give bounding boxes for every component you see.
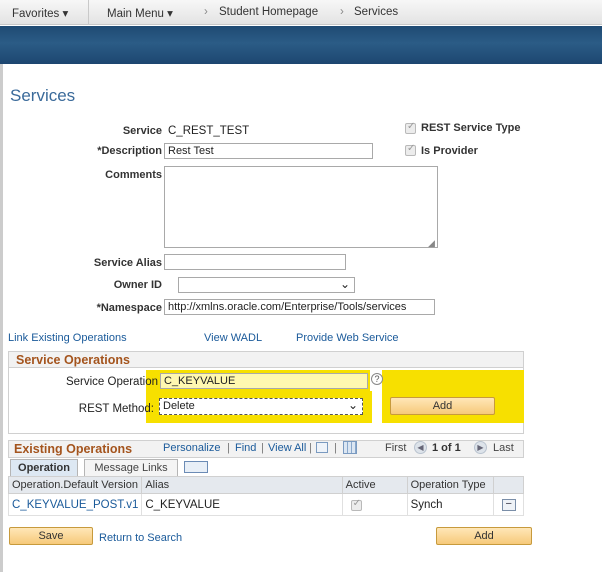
service-value: C_REST_TEST bbox=[168, 125, 250, 137]
column-header-actions bbox=[493, 476, 524, 494]
operation-link[interactable]: C_KEYVALUE_POST.v1 bbox=[7, 493, 143, 516]
active-cell bbox=[341, 493, 408, 516]
rest-service-type-label: REST Service Type bbox=[421, 122, 521, 134]
column-header-active: Active bbox=[341, 476, 408, 494]
owner-id-label: Owner ID bbox=[113, 279, 162, 291]
favorites-menu[interactable]: Favorites ▾ bbox=[12, 6, 68, 20]
show-all-columns-icon[interactable] bbox=[184, 461, 208, 473]
previous-icon[interactable]: ◀ bbox=[414, 441, 427, 454]
service-operation-label: Service Operation bbox=[65, 376, 158, 388]
breadcrumb-services[interactable]: Services bbox=[354, 6, 398, 18]
comments-label: Comments bbox=[105, 169, 162, 181]
service-operation-field[interactable] bbox=[160, 373, 368, 389]
nav-divider bbox=[88, 0, 89, 25]
add-button[interactable]: Add bbox=[436, 527, 532, 545]
personalize-link[interactable]: Personalize bbox=[163, 442, 220, 454]
breadcrumb-separator-icon: › bbox=[340, 6, 344, 18]
tab-operation[interactable]: Operation bbox=[10, 459, 78, 476]
rest-method-label: REST Method: bbox=[78, 403, 154, 415]
find-link[interactable]: Find bbox=[235, 442, 256, 454]
header-banner bbox=[0, 26, 602, 64]
is-provider-checkbox[interactable] bbox=[405, 143, 416, 156]
toolbar-divider: | bbox=[261, 442, 264, 454]
tab-message-links[interactable]: Message Links bbox=[84, 459, 178, 476]
provide-web-service-link[interactable]: Provide Web Service bbox=[296, 332, 399, 344]
chevron-down-icon: ⌄ bbox=[339, 277, 350, 291]
is-provider-label: Is Provider bbox=[421, 145, 478, 157]
save-button[interactable]: Save bbox=[9, 527, 93, 545]
left-frame-edge bbox=[0, 64, 3, 572]
existing-operations-title: Existing Operations bbox=[14, 442, 133, 456]
toolbar-divider: | bbox=[227, 442, 230, 454]
top-navigation-bar: Favorites ▾ Main Menu ▾ › Student Homepa… bbox=[0, 0, 602, 25]
add-operation-button[interactable]: Add bbox=[390, 397, 495, 415]
new-window-icon[interactable] bbox=[316, 442, 328, 453]
service-alias-field[interactable] bbox=[164, 254, 346, 270]
return-to-search-link[interactable]: Return to Search bbox=[99, 532, 182, 544]
row-count: 1 of 1 bbox=[432, 442, 461, 454]
last-label[interactable]: Last bbox=[493, 442, 514, 454]
breadcrumb-separator-icon: › bbox=[204, 6, 208, 18]
rest-service-type-checkbox[interactable] bbox=[405, 121, 416, 134]
first-label[interactable]: First bbox=[385, 442, 406, 454]
description-field[interactable] bbox=[164, 143, 373, 159]
page-title: Services bbox=[10, 86, 76, 105]
comments-field[interactable] bbox=[164, 166, 438, 248]
operations-grid: Operation.Default Version Alias Active O… bbox=[7, 476, 524, 516]
view-wadl-link[interactable]: View WADL bbox=[204, 332, 262, 344]
owner-id-select[interactable]: ⌄ bbox=[178, 277, 355, 293]
delete-row-icon[interactable]: − bbox=[501, 499, 516, 511]
actions-cell: − bbox=[493, 493, 524, 516]
resize-grip-icon[interactable]: ◢ bbox=[428, 238, 435, 249]
help-icon[interactable]: ? bbox=[371, 373, 383, 385]
column-header-operation-type: Operation Type bbox=[406, 476, 495, 494]
chevron-down-icon: ⌄ bbox=[347, 398, 358, 412]
service-label: Service bbox=[122, 125, 162, 137]
namespace-field[interactable] bbox=[164, 299, 435, 315]
alias-cell: C_KEYVALUE bbox=[141, 493, 343, 516]
rest-method-select[interactable]: Delete ⌄ bbox=[159, 398, 363, 415]
operation-type-cell: Synch bbox=[406, 493, 495, 516]
column-header-operation: Operation.Default Version bbox=[7, 476, 143, 494]
view-all-link[interactable]: View All bbox=[268, 442, 306, 454]
main-menu[interactable]: Main Menu ▾ bbox=[107, 6, 173, 20]
description-label: *Description bbox=[97, 145, 162, 157]
breadcrumb-student-homepage[interactable]: Student Homepage bbox=[219, 6, 318, 18]
service-alias-label: Service Alias bbox=[93, 257, 162, 269]
table-row: C_KEYVALUE_POST.v1 C_KEYVALUE Synch − bbox=[7, 493, 524, 516]
service-operations-title: Service Operations bbox=[16, 353, 130, 367]
active-checkbox[interactable] bbox=[350, 498, 362, 511]
column-header-alias: Alias bbox=[141, 476, 343, 494]
download-grid-icon[interactable] bbox=[343, 441, 357, 454]
toolbar-divider: | bbox=[309, 442, 312, 454]
namespace-label: *Namespace bbox=[96, 302, 162, 314]
rest-method-value: Delete bbox=[163, 400, 195, 412]
toolbar-divider: | bbox=[334, 442, 337, 454]
link-existing-operations-link[interactable]: Link Existing Operations bbox=[8, 332, 127, 344]
next-icon[interactable]: ▶ bbox=[474, 441, 487, 454]
